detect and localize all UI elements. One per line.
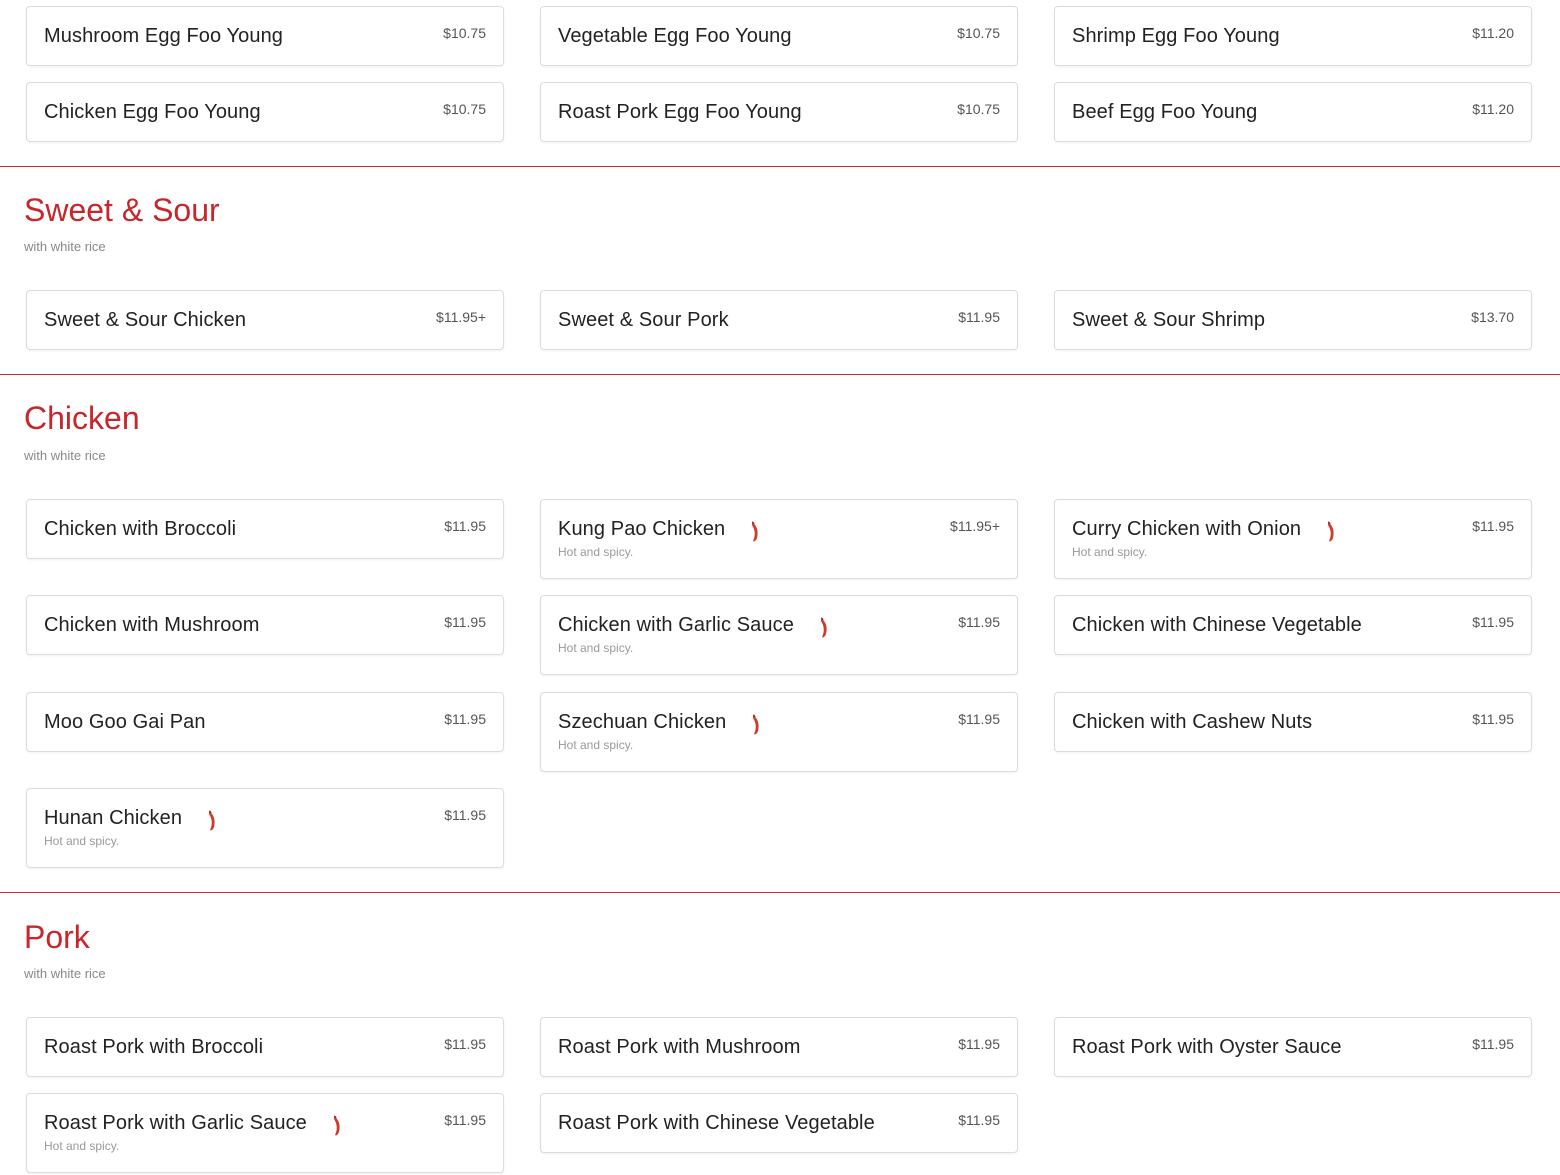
menu-item-name: Beef Egg Foo Young	[1072, 101, 1258, 123]
menu-item-price: $11.95	[444, 518, 486, 534]
menu-item-price: $11.95	[958, 1112, 1000, 1128]
menu-item-name-row: Szechuan Chicken	[558, 709, 762, 735]
menu-item-price: $11.95	[444, 1036, 486, 1052]
menu-item-price: $11.95	[444, 1112, 486, 1128]
menu-item-card[interactable]: Sweet & Sour Shrimp $13.70	[1054, 290, 1532, 350]
menu-item-card[interactable]: Roast Pork with Broccoli $11.95	[26, 1017, 504, 1077]
menu-item-name: Sweet & Sour Chicken	[44, 309, 247, 331]
menu-item-name: Sweet & Sour Pork	[558, 309, 729, 331]
chili-pepper-icon	[753, 714, 760, 735]
menu-item-description: Hot and spicy.	[44, 834, 120, 848]
menu-item-description: Hot and spicy.	[558, 738, 634, 752]
menu-item-price: $11.95	[1472, 614, 1514, 630]
menu-item-card[interactable]: Vegetable Egg Foo Young $10.75	[540, 6, 1018, 66]
menu-item-price: $11.95	[958, 711, 1000, 727]
menu-item-name: Mushroom Egg Foo Young	[44, 25, 284, 47]
menu-item-price: $11.20	[1472, 101, 1514, 117]
menu-item-price: $11.95	[1472, 1036, 1514, 1052]
menu-item-card[interactable]: Chicken with Chinese Vegetable $11.95	[1054, 595, 1532, 655]
menu-item-card[interactable]: Mushroom Egg Foo Young $10.75	[26, 6, 504, 66]
menu-item-name-row: Roast Pork with Garlic Sauce	[44, 1110, 343, 1136]
menu-item-card[interactable]: Roast Pork with Garlic Sauce Hot and spi…	[26, 1093, 504, 1173]
menu-item-price: $10.75	[957, 25, 1000, 41]
menu-item-card[interactable]: Sweet & Sour Pork $11.95	[540, 290, 1018, 350]
menu-item-name: Roast Pork with Garlic Sauce	[44, 1112, 307, 1134]
menu-item-name: Chicken with Cashew Nuts	[1072, 711, 1313, 733]
menu-item-name: Roast Pork with Broccoli	[44, 1036, 264, 1058]
menu-item-name: Hunan Chicken	[44, 807, 183, 829]
menu-item-price: $10.75	[957, 101, 1000, 117]
menu-item-card[interactable]: Roast Pork with Oyster Sauce $11.95	[1054, 1017, 1532, 1077]
section-title: Sweet & Sour	[24, 192, 220, 228]
menu-item-price: $13.70	[1471, 309, 1514, 325]
menu-item-card[interactable]: Shrimp Egg Foo Young $11.20	[1054, 6, 1532, 66]
menu-item-description: Hot and spicy.	[1072, 545, 1148, 559]
menu-item-name-row: Hunan Chicken	[44, 805, 218, 831]
menu-item-price: $11.95	[958, 614, 1000, 630]
menu-item-card[interactable]: Hunan Chicken Hot and spicy. $11.95	[26, 788, 504, 868]
menu-item-price: $10.75	[443, 25, 486, 41]
menu-item-name: Chicken Egg Foo Young	[44, 101, 261, 123]
menu-item-name-row: Curry Chicken with Onion	[1072, 516, 1337, 542]
menu-item-name: Shrimp Egg Foo Young	[1072, 25, 1280, 47]
menu-item-price: $11.95	[958, 1036, 1000, 1052]
menu-item-name: Kung Pao Chicken	[558, 518, 726, 540]
menu-item-name: Vegetable Egg Foo Young	[558, 25, 792, 47]
menu-item-name: Sweet & Sour Shrimp	[1072, 309, 1266, 331]
menu-item-name: Chicken with Chinese Vegetable	[1072, 614, 1362, 636]
menu-item-card[interactable]: Chicken with Cashew Nuts $11.95	[1054, 692, 1532, 752]
chili-pepper-icon	[752, 521, 758, 542]
menu-item-card[interactable]: Roast Pork Egg Foo Young $10.75	[540, 82, 1018, 142]
menu-item-name-row: Chicken with Garlic Sauce	[558, 612, 830, 638]
section-subtitle: with white rice	[24, 966, 106, 981]
menu-item-name: Roast Pork with Oyster Sauce	[1072, 1036, 1342, 1058]
section-title: Pork	[24, 919, 90, 955]
menu-item-card[interactable]: Chicken with Mushroom $11.95	[26, 595, 504, 655]
chili-pepper-icon	[1328, 521, 1334, 542]
menu-item-price: $11.95+	[950, 518, 1000, 534]
section-subtitle: with white rice	[24, 448, 106, 463]
menu-item-name: Moo Goo Gai Pan	[44, 711, 206, 733]
menu-item-card[interactable]: Curry Chicken with Onion Hot and spicy. …	[1054, 499, 1532, 579]
menu-item-card[interactable]: Sweet & Sour Chicken $11.95+	[26, 290, 504, 350]
menu-item-price: $11.95	[1472, 711, 1514, 727]
menu-item-price: $10.75	[443, 101, 486, 117]
menu-item-card[interactable]: Chicken Egg Foo Young $10.75	[26, 82, 504, 142]
menu-item-card[interactable]: Moo Goo Gai Pan $11.95	[26, 692, 504, 752]
menu-item-name: Curry Chicken with Onion	[1072, 518, 1302, 540]
menu-item-name: Roast Pork Egg Foo Young	[558, 101, 802, 123]
menu-item-card[interactable]: Roast Pork with Mushroom $11.95	[540, 1017, 1018, 1077]
section-divider	[0, 166, 1560, 167]
menu-item-price: $11.95	[444, 711, 486, 727]
menu-item-name: Roast Pork with Chinese Vegetable	[558, 1112, 875, 1134]
menu-item-name: Chicken with Mushroom	[44, 614, 260, 636]
menu-item-price: $11.95	[1472, 518, 1514, 534]
menu-item-price: $11.20	[1472, 25, 1514, 41]
menu-item-name: Chicken with Garlic Sauce	[558, 614, 794, 636]
menu-item-card[interactable]: Beef Egg Foo Young $11.20	[1054, 82, 1532, 142]
menu-item-card[interactable]: Roast Pork with Chinese Vegetable $11.95	[540, 1093, 1018, 1153]
menu-item-description: Hot and spicy.	[558, 545, 634, 559]
chili-pepper-icon	[209, 810, 215, 831]
section-divider	[0, 892, 1560, 893]
menu-item-name: Szechuan Chicken	[558, 711, 727, 733]
menu-item-card[interactable]: Chicken with Broccoli $11.95	[26, 499, 504, 559]
menu-item-price: $11.95	[444, 807, 486, 823]
section-title: Chicken	[24, 400, 140, 436]
chili-pepper-icon	[333, 1115, 340, 1136]
section-divider	[0, 374, 1560, 375]
menu-item-price: $11.95	[958, 309, 1000, 325]
menu-item-description: Hot and spicy.	[44, 1139, 120, 1153]
menu-item-name: Chicken with Broccoli	[44, 518, 237, 540]
section-subtitle: with white rice	[24, 239, 106, 254]
menu-item-name: Roast Pork with Mushroom	[558, 1036, 801, 1058]
menu-item-card[interactable]: Szechuan Chicken Hot and spicy. $11.95	[540, 692, 1018, 772]
menu-item-price: $11.95+	[436, 309, 486, 325]
menu-item-name-row: Kung Pao Chicken	[558, 516, 761, 542]
chili-pepper-icon	[820, 617, 827, 638]
menu-item-card[interactable]: Kung Pao Chicken Hot and spicy. $11.95+	[540, 499, 1018, 579]
menu-item-price: $11.95	[444, 614, 486, 630]
menu-item-card[interactable]: Chicken with Garlic Sauce Hot and spicy.…	[540, 595, 1018, 675]
menu-item-description: Hot and spicy.	[558, 641, 634, 655]
